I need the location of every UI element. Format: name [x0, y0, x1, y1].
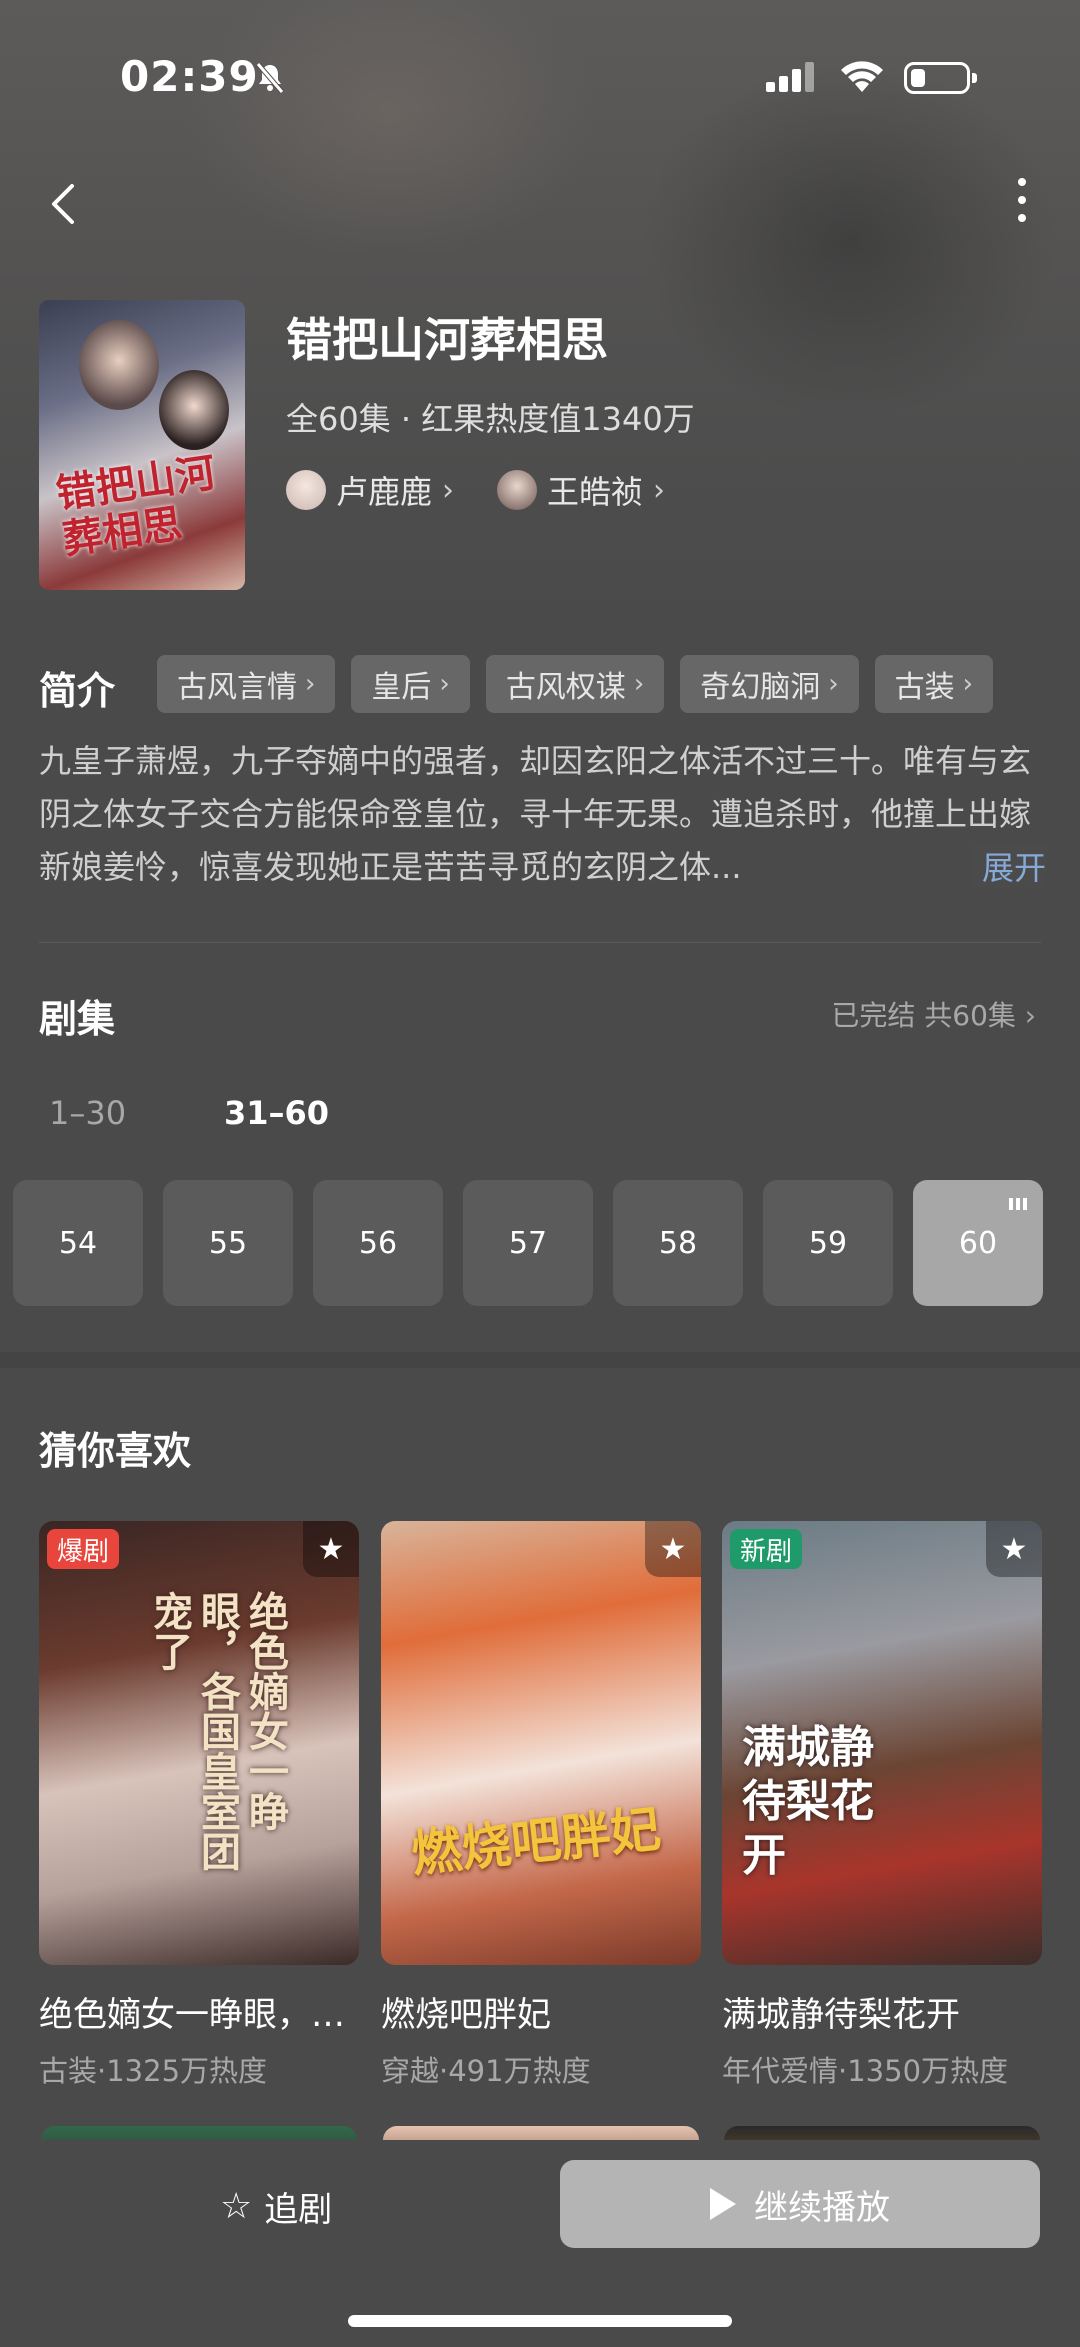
episode-button-current[interactable]: 60 — [913, 1180, 1043, 1306]
recommendation-card[interactable]: 新剧 ★ 满城静待梨花开 满城静待梨花开 年代爱情·1350万热度 — [722, 1521, 1042, 2090]
actor-avatar — [497, 470, 537, 510]
genre-tags: 古风言情 › 皇后 › 古风权谋 › 奇幻脑洞 › 古装 › — [157, 655, 994, 713]
chevron-right-icon: › — [442, 472, 455, 508]
episode-list: 54 55 56 57 58 59 60 — [13, 1180, 1043, 1306]
home-indicator[interactable] — [348, 2315, 732, 2327]
poster-title-art: 燃烧吧胖妃 — [408, 1798, 664, 1884]
more-vertical-icon[interactable] — [1002, 178, 1042, 234]
expand-description-link[interactable]: 展开 — [972, 843, 1047, 889]
cellular-signal-icon — [766, 62, 816, 92]
drama-title: 错把山河葬相思 — [286, 313, 608, 367]
continue-play-button[interactable]: 继续播放 — [560, 2160, 1040, 2248]
episode-button[interactable]: 56 — [313, 1180, 443, 1306]
hot-badge: 爆剧 — [47, 1529, 120, 1569]
chevron-right-icon: › — [439, 669, 450, 699]
genre-tag[interactable]: 奇幻脑洞 › — [680, 655, 859, 713]
genre-tag[interactable]: 皇后 › — [351, 655, 470, 713]
recommendation-title: 满城静待梨花开 — [722, 1995, 960, 2035]
genre-tag[interactable]: 古装 › — [874, 655, 994, 713]
chevron-right-icon: › — [1024, 999, 1036, 1032]
drama-poster: 错把山河葬相思 — [39, 300, 245, 590]
poster-title-art: 绝色嫡女一睁眼，各国皇室团宠了 — [146, 1591, 289, 1871]
star-icon[interactable]: ★ — [303, 1521, 359, 1577]
drama-description: 九皇子萧煜，九子夺嫡中的强者，却因玄阳之体活不过三十。唯有与玄阴之体女子交合方能… — [39, 742, 1032, 886]
silent-bell-icon — [256, 62, 284, 94]
star-icon[interactable]: ★ — [986, 1521, 1042, 1577]
episode-button[interactable]: 59 — [763, 1180, 893, 1306]
back-arrow-icon[interactable] — [36, 172, 92, 236]
episodes-status-link[interactable]: 已完结 共60集 › — [831, 994, 1036, 1034]
star-icon[interactable]: ★ — [645, 1521, 701, 1577]
recommendation-subtitle: 年代爱情·1350万热度 — [722, 2054, 1009, 2088]
intro-label: 简介 — [39, 669, 116, 713]
episodes-status: 已完结 共60集 — [831, 999, 1016, 1032]
poster-figure — [159, 370, 229, 450]
episode-range-tab-selected[interactable]: 31–60 — [224, 1094, 329, 1132]
continue-play-label: 继续播放 — [754, 2187, 890, 2228]
actor-link[interactable]: 卢鹿鹿 › — [286, 468, 454, 512]
genre-tag[interactable]: 古风言情 › — [157, 655, 336, 713]
chevron-right-icon: › — [653, 472, 666, 508]
actor-name: 卢鹿鹿 — [336, 473, 433, 511]
actor-avatar — [286, 470, 326, 510]
poster-title-art: 满城静待梨花开 — [742, 1722, 874, 1881]
play-icon — [710, 2188, 736, 2220]
follow-drama-button[interactable]: ☆ 追剧 — [220, 2178, 332, 2234]
genre-tag[interactable]: 古风权谋 › — [485, 655, 665, 713]
episodes-title: 剧集 — [39, 997, 116, 1041]
recommendation-poster: ★ 燃烧吧胖妃 — [381, 1521, 701, 1965]
genre-tag-label: 古风权谋 — [505, 670, 626, 705]
episode-range-tab[interactable]: 1–30 — [49, 1094, 126, 1132]
genre-tag-label: 古风言情 — [177, 670, 297, 705]
status-bar: 02:39 — [0, 0, 1080, 150]
episode-button[interactable]: 58 — [613, 1180, 743, 1306]
recommendation-card[interactable]: ★ 燃烧吧胖妃 燃烧吧胖妃 穿越·491万热度 — [381, 1521, 701, 2090]
new-badge: 新剧 — [730, 1529, 803, 1569]
genre-tag-label: 古装 — [894, 670, 955, 705]
recommendation-title: 绝色嫡女一睁眼，各国皇室团宠了 — [39, 1995, 359, 2035]
chevron-right-icon: › — [633, 669, 645, 699]
drama-meta: 全60集 · 红果热度值1340万 — [286, 400, 695, 438]
recommendation-subtitle: 穿越·491万热度 — [381, 2054, 591, 2088]
chevron-right-icon: › — [828, 669, 839, 699]
poster-figure — [79, 320, 159, 410]
recommendation-poster: 爆剧 ★ 绝色嫡女一睁眼，各国皇室团宠了 — [39, 1521, 359, 1965]
episode-number: 60 — [958, 1225, 998, 1261]
recommendation-poster: 新剧 ★ 满城静待梨花开 — [722, 1521, 1042, 1965]
genre-tag-label: 奇幻脑洞 — [700, 670, 821, 705]
section-divider — [39, 942, 1041, 943]
wifi-icon — [841, 61, 883, 92]
actor-name: 王皓祯 — [547, 473, 644, 511]
recommendation-card[interactable]: 爆剧 ★ 绝色嫡女一睁眼，各国皇室团宠了 绝色嫡女一睁眼，各国皇室团宠了 古装·… — [39, 1521, 359, 2090]
follow-label: 追剧 — [264, 2189, 333, 2230]
episode-button[interactable]: 57 — [463, 1180, 593, 1306]
recommendations-title: 猜你喜欢 — [39, 1429, 192, 1473]
episode-button[interactable]: 54 — [13, 1180, 143, 1306]
star-outline-icon: ☆ — [220, 2185, 253, 2227]
chevron-right-icon: › — [305, 669, 316, 699]
status-time: 02:39 — [120, 52, 259, 101]
poster-title-art: 错把山河葬相思 — [53, 449, 219, 564]
battery-icon — [904, 62, 977, 94]
genre-tag-label: 皇后 — [371, 670, 432, 705]
chevron-right-icon: › — [962, 669, 974, 699]
section-separator — [0, 1352, 1080, 1368]
recommendation-title: 燃烧吧胖妃 — [381, 1995, 551, 2035]
actor-link[interactable]: 王皓祯 › — [497, 468, 665, 512]
episode-button[interactable]: 55 — [163, 1180, 293, 1306]
recommendation-subtitle: 古装·1325万热度 — [39, 2054, 268, 2088]
now-playing-icon — [1009, 1198, 1027, 1210]
